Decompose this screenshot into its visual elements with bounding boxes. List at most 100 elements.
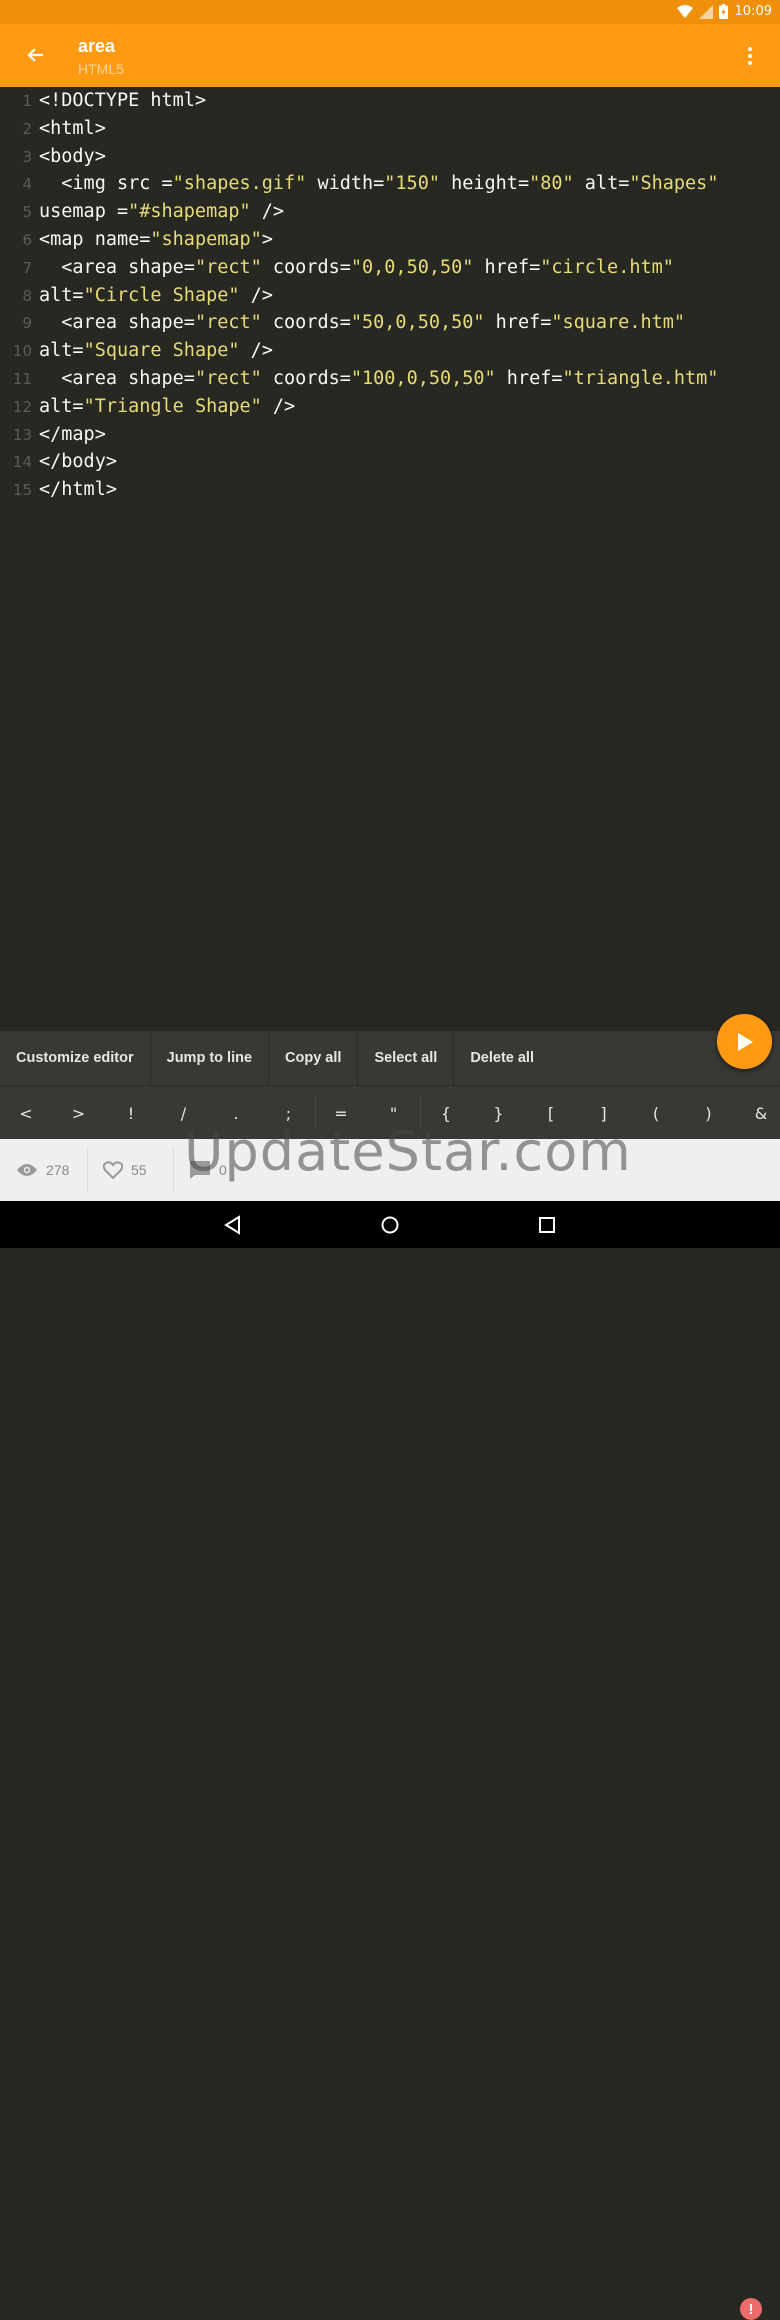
code-line[interactable]: 2 <html>	[0, 115, 780, 143]
error-badge[interactable]: !	[740, 2298, 762, 2320]
select-all-button[interactable]: Select all	[358, 1031, 455, 1085]
arrow-back-icon	[27, 48, 43, 62]
symbol-key[interactable]: <	[0, 1086, 52, 1140]
more-vert-icon	[748, 61, 752, 65]
status-bar: 10:09	[0, 0, 780, 24]
line-number: 14	[12, 453, 32, 472]
system-nav-bar	[0, 1201, 780, 1248]
line-number: 11	[12, 370, 32, 388]
code-token: </map>	[39, 423, 106, 445]
code-token: />	[239, 284, 273, 306]
symbol-key[interactable]: (	[630, 1086, 682, 1140]
code-string: "circle.htm"	[540, 256, 674, 278]
code-token: alt=	[573, 173, 630, 195]
likes-stat[interactable]: 55	[103, 1139, 147, 1201]
delete-all-button[interactable]: Delete all	[454, 1031, 550, 1085]
code-line[interactable]: 10 alt="Square Shape" />	[0, 337, 780, 365]
circle-home-icon	[381, 1216, 399, 1234]
code-string: "rect"	[194, 368, 262, 389]
jump-to-line-button[interactable]: Jump to line	[151, 1031, 270, 1085]
square-recents-icon	[539, 1217, 555, 1233]
code-token: </body>	[39, 451, 117, 473]
customize-editor-button[interactable]: Customize editor	[0, 1031, 151, 1085]
eye-icon	[17, 1164, 37, 1176]
code-token: href=	[495, 368, 563, 389]
code-string: "shapemap"	[150, 229, 262, 250]
code-string: "#shapemap"	[128, 201, 251, 223]
nav-back-button[interactable]	[218, 1211, 246, 1239]
nav-recents-button[interactable]	[533, 1211, 561, 1239]
code-string: "rect"	[194, 312, 262, 334]
code-line[interactable]: 11 <area shape="rect" coords="100,0,50,5…	[0, 365, 780, 393]
line-number: 8	[22, 286, 32, 305]
symbol-key[interactable]: )	[683, 1086, 735, 1140]
divider	[173, 1147, 174, 1193]
status-icons	[677, 4, 728, 19]
play-icon	[737, 1032, 753, 1051]
code-token: <html>	[39, 117, 106, 139]
code-string: "Shapes"	[629, 173, 719, 195]
code-line[interactable]: 4 <img src ="shapes.gif" width="150" hei…	[0, 170, 780, 198]
code-token: alt=	[39, 340, 84, 362]
code-line[interactable]: 14 </body>	[0, 448, 780, 476]
symbol-key[interactable]: !	[105, 1086, 157, 1140]
page-title: area	[78, 36, 116, 56]
code-text: </html>	[39, 476, 117, 504]
code-token: <!DOCTYPE html>	[39, 90, 207, 111]
code-token: />	[261, 395, 296, 417]
code-token: height=	[439, 173, 530, 195]
code-text: </body>	[39, 448, 117, 476]
code-line[interactable]: 6 <map name="shapemap">	[0, 226, 780, 254]
battery-icon	[719, 4, 728, 19]
code-token: usemap =	[39, 201, 129, 223]
nav-home-button[interactable]	[376, 1211, 404, 1239]
code-line[interactable]: 3 <body>	[0, 143, 780, 171]
line-number: 3	[22, 147, 32, 166]
line-number: 2	[22, 119, 32, 138]
code-line[interactable]: 5 usemap ="#shapemap" />	[0, 198, 780, 226]
symbol-key[interactable]: >	[53, 1086, 105, 1140]
code-token: />	[239, 340, 273, 362]
code-token: width=	[306, 173, 385, 195]
line-number: 4	[22, 175, 32, 194]
code-line[interactable]: 7 <area shape="rect" coords="0,0,50,50" …	[0, 254, 780, 282]
editor-toolbar: Customize editor Jump to line Copy all S…	[0, 1031, 780, 1085]
overflow-menu-button[interactable]	[738, 40, 762, 72]
code-text: <area shape="rect" coords="100,0,50,50" …	[39, 365, 718, 393]
code-text: <img src ="shapes.gif" width="150" heigh…	[39, 170, 718, 198]
code-token: />	[250, 201, 285, 223]
divider	[87, 1147, 88, 1193]
code-token: href=	[484, 312, 552, 334]
back-button[interactable]	[18, 38, 52, 72]
code-editor[interactable]: 1 <!DOCTYPE html> 2 <html> 3 <body> 4 <img src…	[0, 87, 780, 1031]
code-line[interactable]: 8 alt="Circle Shape" />	[0, 282, 780, 310]
code-line[interactable]: 9 <area shape="rect" coords="50,0,50,50"…	[0, 309, 780, 337]
line-number: 9	[22, 314, 32, 333]
symbol-key[interactable]: &	[735, 1086, 780, 1140]
code-text: alt="Square Shape" />	[39, 337, 273, 365]
line-number: 12	[12, 397, 32, 416]
code-text: <html>	[39, 115, 106, 143]
code-text: <map name="shapemap">	[39, 226, 273, 254]
clock: 10:09	[734, 4, 772, 19]
page-subtitle: HTML5	[78, 61, 124, 77]
code-line[interactable]: 15 </html>	[0, 476, 780, 504]
code-text: usemap ="#shapemap" />	[39, 198, 284, 226]
code-line[interactable]: 12 alt="Triangle Shape" />	[0, 393, 780, 421]
code-string: "shapes.gif"	[172, 173, 307, 195]
code-token: <area shape=	[39, 256, 195, 278]
copy-all-button[interactable]: Copy all	[269, 1031, 359, 1085]
run-button[interactable]	[717, 1014, 772, 1069]
code-token: alt=	[39, 284, 84, 306]
likes-count: 55	[131, 1162, 147, 1178]
code-line[interactable]: 1 <!DOCTYPE html>	[0, 87, 780, 115]
views-stat[interactable]: 278	[16, 1139, 69, 1201]
code-token: <area shape=	[39, 312, 195, 334]
code-token: coords=	[261, 256, 351, 278]
heart-icon	[103, 1161, 123, 1179]
code-token: >	[261, 229, 273, 250]
code-string: "100,0,50,50"	[350, 368, 496, 389]
code-text: <body>	[39, 143, 106, 171]
code-line[interactable]: 13 </map>	[0, 421, 780, 449]
code-string: "Square Shape"	[83, 340, 240, 362]
